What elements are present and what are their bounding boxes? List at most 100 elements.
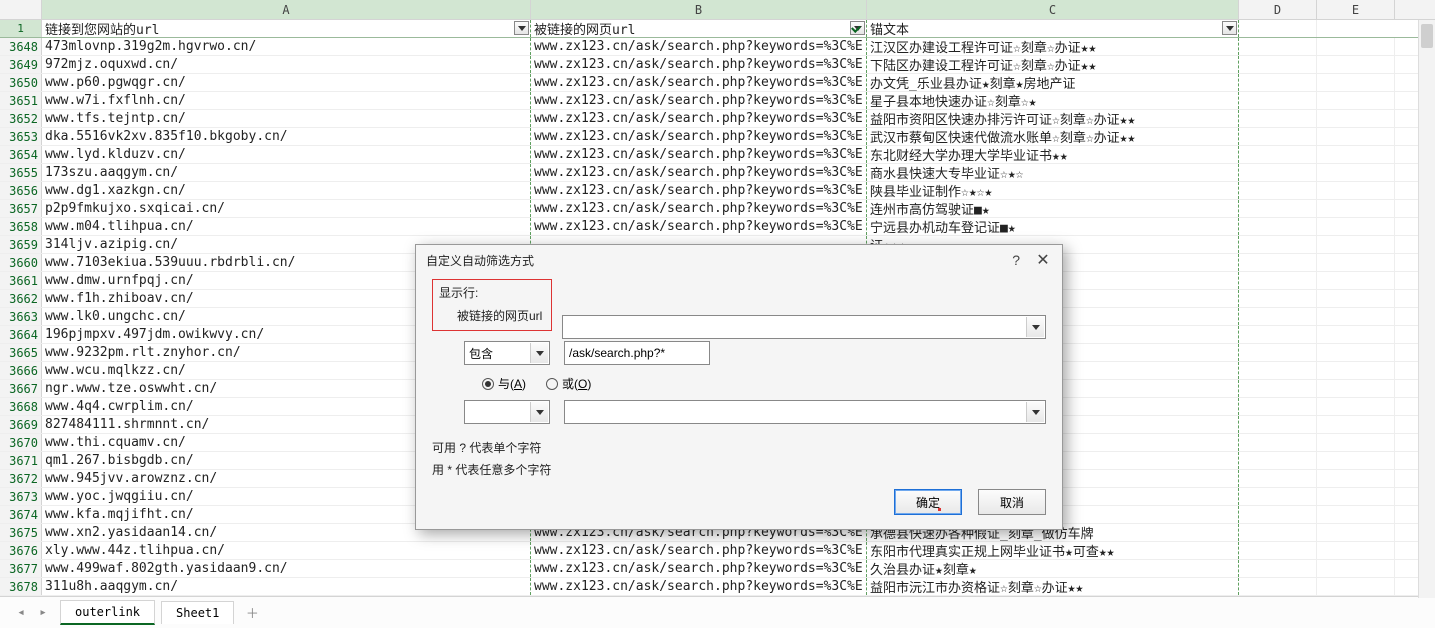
scrollbar-thumb[interactable] [1421, 24, 1433, 48]
cell[interactable] [1239, 488, 1317, 505]
ok-button[interactable]: 确定 [894, 489, 962, 515]
row-number[interactable]: 3670 [0, 434, 42, 451]
cell[interactable] [1317, 452, 1395, 469]
cell[interactable] [1317, 38, 1395, 55]
cell[interactable] [1317, 398, 1395, 415]
row-number[interactable]: 3663 [0, 308, 42, 325]
cell[interactable] [1317, 182, 1395, 199]
cell[interactable] [1317, 488, 1395, 505]
cell[interactable] [1239, 434, 1317, 451]
value1-full-input[interactable] [562, 315, 1046, 339]
row-number[interactable]: 3657 [0, 200, 42, 217]
cell[interactable] [1317, 524, 1395, 541]
cell[interactable] [1317, 56, 1395, 73]
cell[interactable]: dka.5516vk2xv.835f10.bkgoby.cn/ [42, 128, 531, 145]
cell[interactable] [1239, 182, 1317, 199]
cell[interactable]: 下陆区办建设工程许可证☆刻章☆办证★★ [867, 56, 1239, 73]
row-number[interactable]: 3648 [0, 38, 42, 55]
cell[interactable] [1317, 380, 1395, 397]
tab-nav-next[interactable]: ▸ [34, 604, 52, 622]
row-number[interactable]: 3654 [0, 146, 42, 163]
cell[interactable]: 武汉市蔡甸区快速代做流水账单☆刻章☆办证★★ [867, 128, 1239, 145]
cell[interactable] [1239, 524, 1317, 541]
cell[interactable] [1239, 344, 1317, 361]
cell[interactable]: xly.www.44z.tlihpua.cn/ [42, 542, 531, 559]
cell[interactable]: www.tfs.tejntp.cn/ [42, 110, 531, 127]
row-number[interactable]: 3675 [0, 524, 42, 541]
row-number[interactable]: 3665 [0, 344, 42, 361]
row-number[interactable]: 3669 [0, 416, 42, 433]
cell[interactable] [1317, 290, 1395, 307]
row-number[interactable]: 3671 [0, 452, 42, 469]
cell[interactable]: www.zx123.cn/ask/search.php?keywords=%3C… [531, 56, 867, 73]
cell[interactable]: www.lyd.klduzv.cn/ [42, 146, 531, 163]
cell[interactable] [1239, 38, 1317, 55]
cell[interactable] [1317, 470, 1395, 487]
cell[interactable] [1317, 344, 1395, 361]
row-number[interactable]: 3673 [0, 488, 42, 505]
cell[interactable] [1239, 128, 1317, 145]
close-button[interactable]: ✕ [1034, 250, 1052, 270]
filter-button-C[interactable] [1222, 21, 1237, 35]
cell[interactable]: 473mlovnp.319g2m.hgvrwo.cn/ [42, 38, 531, 55]
cell[interactable]: www.zx123.cn/ask/search.php?keywords=%3C… [531, 542, 867, 559]
cell[interactable]: 东阳市代理真实正规上网毕业证书★可查★★ [867, 542, 1239, 559]
row-number[interactable]: 3650 [0, 74, 42, 91]
operator1-combo[interactable]: 包含 [464, 341, 550, 365]
cell[interactable]: www.zx123.cn/ask/search.php?keywords=%3C… [531, 200, 867, 217]
row-number[interactable]: 3660 [0, 254, 42, 271]
header-cell-A[interactable]: 链接到您网站的url [42, 20, 531, 37]
cell[interactable] [1239, 92, 1317, 109]
cell[interactable]: 办文凭_乐业县办证★刻章★房地产证 [867, 74, 1239, 91]
row-number[interactable]: 3662 [0, 290, 42, 307]
cell[interactable]: www.zx123.cn/ask/search.php?keywords=%3C… [531, 74, 867, 91]
cell[interactable]: 江汉区办建设工程许可证☆刻章☆办证★★ [867, 38, 1239, 55]
cell[interactable]: www.zx123.cn/ask/search.php?keywords=%3C… [531, 560, 867, 577]
cell[interactable]: 商水县快速大专毕业证☆★☆ [867, 164, 1239, 181]
cell[interactable] [1239, 398, 1317, 415]
cell[interactable] [1239, 308, 1317, 325]
cell[interactable]: 久治县办证★刻章★ [867, 560, 1239, 577]
cell[interactable]: www.dg1.xazkgn.cn/ [42, 182, 531, 199]
col-header-D[interactable]: D [1239, 0, 1317, 19]
cell[interactable] [1317, 128, 1395, 145]
cell[interactable]: www.p60.pgwqgr.cn/ [42, 74, 531, 91]
row-number[interactable]: 3677 [0, 560, 42, 577]
cell[interactable] [1317, 218, 1395, 235]
cell[interactable]: 陕县毕业证制作☆★☆★ [867, 182, 1239, 199]
cell[interactable]: www.m04.tlihpua.cn/ [42, 218, 531, 235]
radio-and[interactable]: 与(A) [482, 375, 526, 392]
cell[interactable]: 益阳市沅江市办资格证☆刻章☆办证★★ [867, 578, 1239, 595]
cell[interactable] [1317, 434, 1395, 451]
cell[interactable] [1239, 452, 1317, 469]
cell[interactable]: 连州市高仿驾驶证■★ [867, 200, 1239, 217]
row-number[interactable]: 3676 [0, 542, 42, 559]
cell[interactable] [1239, 74, 1317, 91]
cell[interactable]: 173szu.aaqgym.cn/ [42, 164, 531, 181]
value1-input[interactable]: /ask/search.php?* [564, 341, 710, 365]
col-header-C[interactable]: C [867, 0, 1239, 19]
cell[interactable]: www.zx123.cn/ask/search.php?keywords=%3C… [531, 92, 867, 109]
cell[interactable] [1317, 200, 1395, 217]
cell[interactable] [1317, 326, 1395, 343]
cell[interactable] [1239, 290, 1317, 307]
cell[interactable] [1317, 506, 1395, 523]
cell[interactable] [1239, 542, 1317, 559]
cell[interactable] [1239, 200, 1317, 217]
row-number[interactable]: 3668 [0, 398, 42, 415]
help-button[interactable]: ? [1012, 252, 1020, 268]
row-number[interactable]: 3649 [0, 56, 42, 73]
cell[interactable] [1239, 56, 1317, 73]
cell[interactable] [1239, 416, 1317, 433]
cell[interactable] [1239, 164, 1317, 181]
cell[interactable] [1239, 146, 1317, 163]
cell[interactable] [1239, 470, 1317, 487]
header-cell-C[interactable]: 锚文本 [867, 20, 1239, 37]
row-number[interactable]: 3658 [0, 218, 42, 235]
select-all-corner[interactable] [0, 0, 42, 19]
cell[interactable] [1317, 236, 1395, 253]
header-cell-D[interactable] [1239, 20, 1317, 37]
row-number[interactable]: 3672 [0, 470, 42, 487]
row-number[interactable]: 1 [0, 20, 42, 37]
cell[interactable]: www.zx123.cn/ask/search.php?keywords=%3C… [531, 182, 867, 199]
